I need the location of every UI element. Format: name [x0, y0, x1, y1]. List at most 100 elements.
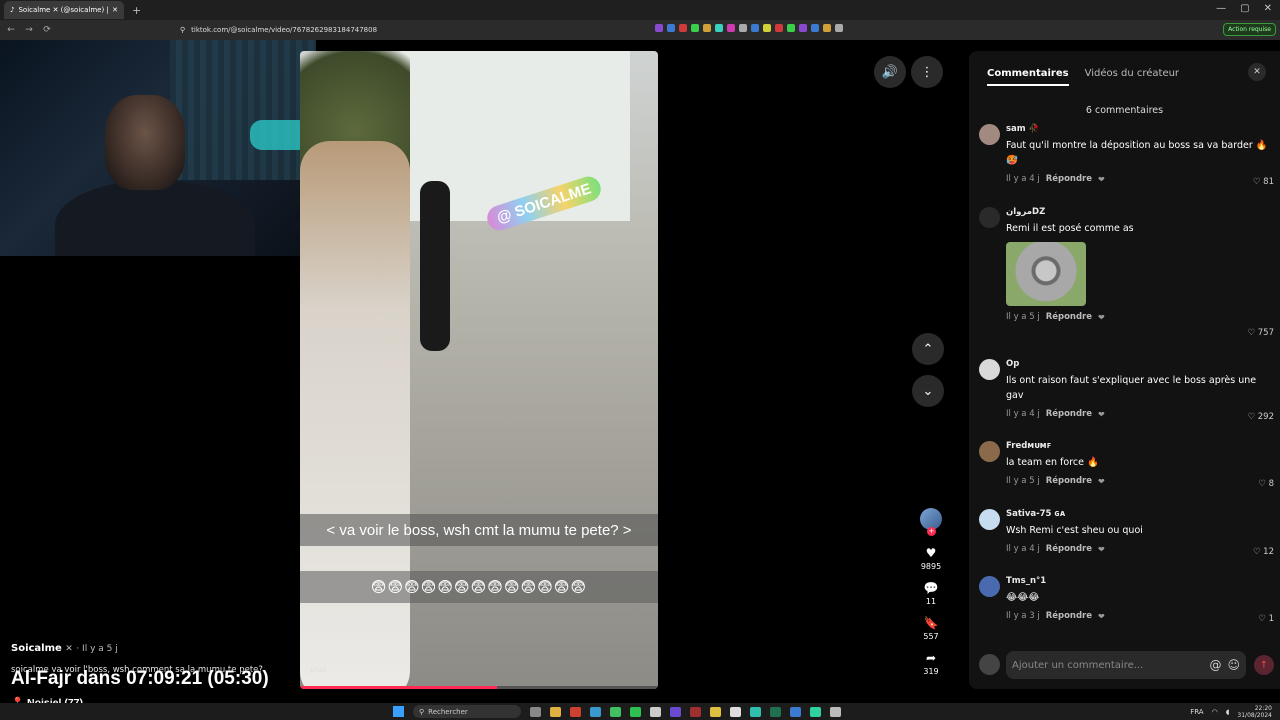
- like-button[interactable]: ♡ 81: [1253, 177, 1274, 187]
- taskbar-app[interactable]: [650, 707, 661, 717]
- taskbar-app[interactable]: [730, 707, 741, 717]
- forward-button[interactable]: →: [22, 25, 36, 35]
- extension-icon[interactable]: [751, 24, 759, 32]
- extension-icon[interactable]: [667, 24, 675, 32]
- new-tab-button[interactable]: +: [132, 4, 141, 17]
- volume-icon[interactable]: ◖: [1226, 708, 1230, 716]
- reply-button[interactable]: Répondre: [1046, 409, 1092, 419]
- search-icon: ⚲: [419, 707, 425, 716]
- previous-video-button[interactable]: ⌃: [912, 333, 944, 365]
- taskbar-app[interactable]: [530, 707, 541, 717]
- reply-button[interactable]: Répondre: [1046, 611, 1092, 621]
- wifi-icon[interactable]: ◠: [1212, 708, 1218, 716]
- comment-username[interactable]: Sativa-75 ɢᴀ: [1006, 509, 1271, 519]
- taskbar-app[interactable]: [810, 707, 821, 717]
- panel-tabs: Commentaires Vidéos du créateur: [987, 68, 1179, 86]
- creator-avatar[interactable]: [920, 508, 942, 536]
- comment-username[interactable]: Tms_n°1: [1006, 576, 1271, 586]
- taskbar-app[interactable]: [610, 707, 621, 717]
- taskbar-app[interactable]: [790, 707, 801, 717]
- video-author[interactable]: Soicalme ✕ · Il y a 5 j: [11, 643, 118, 654]
- like-button[interactable]: ♡ 292: [1247, 412, 1274, 422]
- taskbar-app[interactable]: [830, 707, 841, 717]
- taskbar-app[interactable]: [550, 707, 561, 717]
- taskbar-app[interactable]: [690, 707, 701, 717]
- share-icon[interactable]: ➦: [926, 651, 936, 665]
- extension-icon[interactable]: [835, 24, 843, 32]
- reload-button[interactable]: ⟳: [40, 25, 54, 35]
- reply-button[interactable]: Répondre: [1046, 476, 1092, 486]
- comment-username[interactable]: مروانDZ: [1006, 207, 1271, 217]
- close-tab-icon[interactable]: ✕: [112, 6, 118, 14]
- start-button[interactable]: [393, 706, 404, 717]
- back-button[interactable]: ←: [4, 25, 18, 35]
- extension-icon[interactable]: [787, 24, 795, 32]
- reply-button[interactable]: Répondre: [1046, 544, 1092, 554]
- reply-button[interactable]: Répondre: [1046, 312, 1092, 322]
- extension-icon[interactable]: [799, 24, 807, 32]
- heart-icon[interactable]: ♥: [926, 546, 937, 560]
- avatar[interactable]: [979, 359, 1000, 380]
- extension-icon[interactable]: [823, 24, 831, 32]
- extension-icon[interactable]: [703, 24, 711, 32]
- action-required-button[interactable]: Action requise: [1223, 23, 1276, 36]
- extension-icon[interactable]: [727, 24, 735, 32]
- chevron-down-icon: ⌄: [922, 383, 934, 399]
- maximize-button[interactable]: ▢: [1240, 3, 1249, 14]
- taskbar-app[interactable]: [670, 707, 681, 717]
- comment-username[interactable]: Fredᴍᴜᴍꜰ: [1006, 441, 1271, 451]
- taskbar-app[interactable]: [570, 707, 581, 717]
- avatar[interactable]: [979, 576, 1000, 597]
- avatar[interactable]: [979, 124, 1000, 145]
- bookmark-icon[interactable]: 🔖: [924, 616, 939, 630]
- comment-username[interactable]: sam 🥀: [1006, 124, 1271, 134]
- avatar[interactable]: [979, 441, 1000, 462]
- extension-icon[interactable]: [811, 24, 819, 32]
- taskbar-app[interactable]: [770, 707, 781, 717]
- extension-icon[interactable]: [763, 24, 771, 32]
- extension-icon[interactable]: [775, 24, 783, 32]
- volume-button[interactable]: 🔊: [874, 56, 906, 88]
- browser-tab[interactable]: ♪ Soicalme ✕ (@soicalme) | TikTok ✕: [4, 1, 124, 19]
- like-button[interactable]: ♡ 757: [1247, 328, 1274, 338]
- language-indicator[interactable]: FRA: [1190, 708, 1203, 716]
- video-player[interactable]: @ SOICALME < va voir le boss, wsh cmt la…: [300, 51, 658, 689]
- comment-input[interactable]: Ajouter un commentaire... @ ☺: [1006, 651, 1246, 679]
- more-options-button[interactable]: ⋮: [911, 56, 943, 88]
- taskbar-search[interactable]: ⚲ Rechercher: [413, 705, 521, 718]
- extension-icon[interactable]: [679, 24, 687, 32]
- taskbar-app[interactable]: [750, 707, 761, 717]
- close-panel-button[interactable]: ✕: [1248, 63, 1266, 81]
- taskbar-app[interactable]: [630, 707, 641, 717]
- extension-icon[interactable]: [691, 24, 699, 32]
- taskbar-app[interactable]: [710, 707, 721, 717]
- avatar[interactable]: [979, 509, 1000, 530]
- reply-button[interactable]: Répondre: [1046, 174, 1092, 184]
- next-video-button[interactable]: ⌄: [912, 375, 944, 407]
- emoji-icon[interactable]: ☺: [1227, 658, 1240, 672]
- more-link[interactable]: plus: [310, 665, 327, 674]
- comment-image[interactable]: [1006, 242, 1086, 306]
- extension-icon[interactable]: [739, 24, 747, 32]
- likes-count: 9895: [920, 562, 942, 571]
- clock[interactable]: 22:20 31/08/2024: [1237, 705, 1272, 719]
- close-window-button[interactable]: ✕: [1264, 3, 1272, 14]
- avatar[interactable]: [979, 207, 1000, 228]
- comment-item: Op Ils ont raison faut s'expliquer avec …: [979, 359, 1274, 429]
- site-info-icon[interactable]: ⚲: [180, 26, 185, 34]
- extension-icon[interactable]: [715, 24, 723, 32]
- extension-icon[interactable]: [655, 24, 663, 32]
- send-button[interactable]: ↑: [1254, 655, 1274, 675]
- like-button[interactable]: ♡ 12: [1253, 547, 1274, 557]
- comment-icon[interactable]: 💬: [924, 581, 939, 595]
- tab-comments[interactable]: Commentaires: [987, 68, 1069, 86]
- tab-creator-videos[interactable]: Vidéos du créateur: [1085, 68, 1179, 86]
- taskbar-app[interactable]: [590, 707, 601, 717]
- video-progress-bar[interactable]: [300, 686, 658, 689]
- like-button[interactable]: ♡ 1: [1258, 614, 1274, 624]
- minimize-button[interactable]: —: [1216, 3, 1226, 14]
- url-field[interactable]: ⚲ tiktok.com/@soicalme/video/76782629831…: [180, 23, 580, 37]
- like-button[interactable]: ♡ 8: [1258, 479, 1274, 489]
- mention-icon[interactable]: @: [1209, 658, 1221, 672]
- comment-username[interactable]: Op: [1006, 359, 1271, 369]
